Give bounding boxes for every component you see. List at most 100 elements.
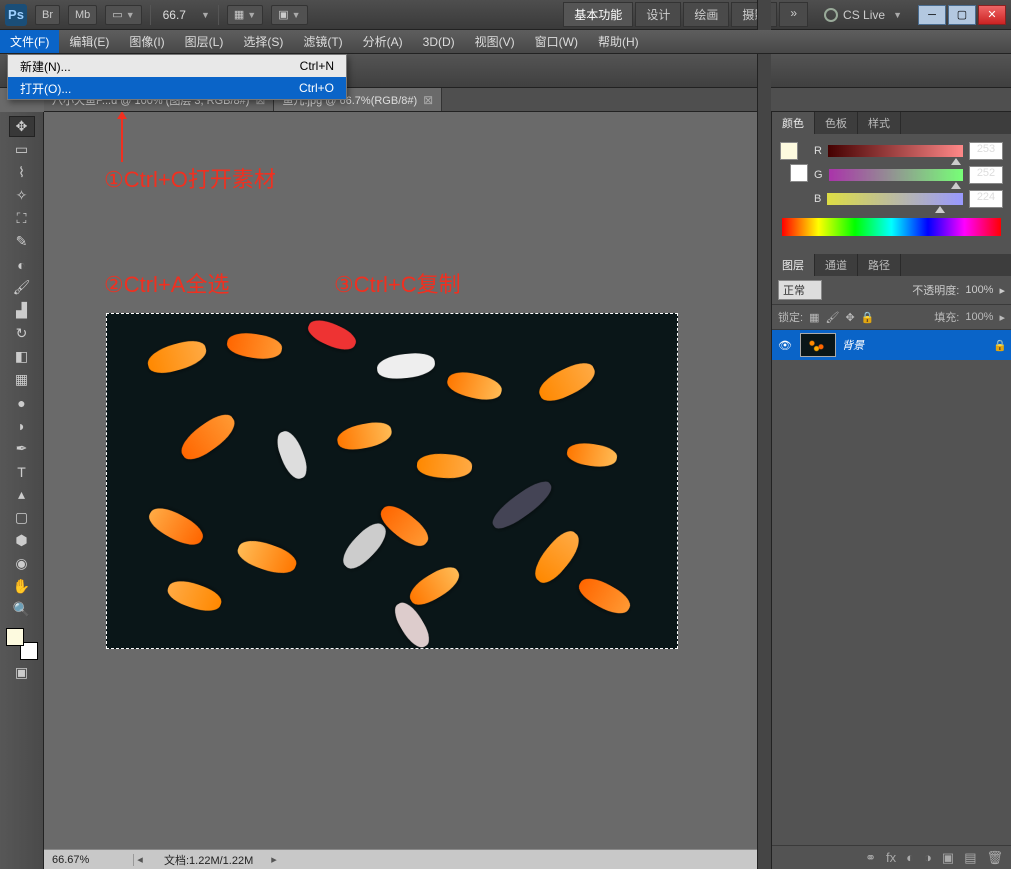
panel-color-swatch[interactable]: [780, 142, 808, 182]
menu-image[interactable]: 图像(I): [119, 30, 174, 53]
blend-mode-select[interactable]: 正常: [778, 280, 822, 300]
menu-new-shortcut: Ctrl+N: [300, 59, 334, 73]
3d-tool[interactable]: ⬢: [9, 530, 35, 551]
lock-icon: 🔒: [993, 339, 1007, 352]
zoom-tool[interactable]: 🔍: [9, 599, 35, 620]
menu-file[interactable]: 文件(F): [0, 30, 59, 53]
move-tool[interactable]: ✥: [9, 116, 35, 137]
crop-tool[interactable]: ⛶: [9, 208, 35, 229]
clone-stamp-tool[interactable]: ▟: [9, 300, 35, 321]
color-spectrum[interactable]: [782, 218, 1001, 236]
arrange-button[interactable]: ▦▼: [227, 5, 263, 25]
window-minimize[interactable]: ─: [918, 5, 946, 25]
canvas-area[interactable]: ①Ctrl+O打开素材 ②Ctrl+A全选 ③Ctrl+C复制: [44, 112, 771, 869]
tab-paths[interactable]: 路径: [858, 254, 901, 276]
close-tab-icon[interactable]: ⊠: [423, 93, 433, 107]
g-slider[interactable]: [829, 169, 963, 181]
visibility-icon[interactable]: 👁: [776, 336, 794, 354]
tab-channels[interactable]: 通道: [815, 254, 858, 276]
layer-fx-icon[interactable]: fx: [886, 850, 896, 865]
tab-color[interactable]: 颜色: [772, 112, 815, 134]
lock-transparency-icon[interactable]: ▦: [809, 311, 819, 324]
layer-panel-footer: ⚭ fx ◐ ◑ ▣ ▤ 🗑: [772, 845, 1011, 869]
screen-mode-button[interactable]: ▭▼: [105, 5, 141, 25]
cs-live[interactable]: CS Live▼: [824, 8, 902, 22]
workspace-more[interactable]: »: [779, 2, 808, 27]
eyedropper-tool[interactable]: ✎: [9, 231, 35, 252]
menu-select[interactable]: 选择(S): [233, 30, 293, 53]
3d-camera-tool[interactable]: ◉: [9, 553, 35, 574]
layer-name[interactable]: 背景: [842, 337, 864, 353]
menu-layer[interactable]: 图层(L): [175, 30, 234, 53]
g-value[interactable]: 252: [969, 166, 1003, 184]
eraser-tool[interactable]: ◧: [9, 346, 35, 367]
menu-window[interactable]: 窗口(W): [525, 30, 588, 53]
fill-value[interactable]: 100%: [965, 311, 993, 323]
cslive-label: CS Live: [843, 8, 885, 22]
g-label: G: [814, 169, 823, 181]
history-brush-tool[interactable]: ↻: [9, 323, 35, 344]
color-panel: R253 G252 B224: [772, 134, 1011, 254]
b-slider[interactable]: [827, 193, 963, 205]
menu-edit[interactable]: 编辑(E): [59, 30, 119, 53]
r-value[interactable]: 253: [969, 142, 1003, 160]
gradient-tool[interactable]: ▦: [9, 369, 35, 390]
workspace-painting[interactable]: 绘画: [683, 2, 729, 27]
link-layers-icon[interactable]: ⚭: [865, 850, 876, 866]
foreground-background-colors[interactable]: [6, 628, 38, 660]
brush-tool[interactable]: 🖌: [9, 277, 35, 298]
quick-mask-toggle[interactable]: ▣: [9, 662, 35, 683]
minibridge-button[interactable]: Mb: [68, 5, 97, 25]
lock-position-icon[interactable]: ✥: [845, 311, 854, 324]
cslive-icon: [824, 8, 838, 22]
status-info[interactable]: 文档:1.22M/1.22M: [146, 852, 271, 868]
status-zoom[interactable]: 66.67%: [44, 854, 134, 866]
workspace-switcher: 基本功能 设计 绘画 摄影 »: [563, 2, 808, 27]
blur-tool[interactable]: ●: [9, 392, 35, 413]
layer-thumbnail[interactable]: [800, 333, 836, 357]
status-bar: 66.67% ◂ 文档:1.22M/1.22M ▸: [44, 849, 771, 869]
layer-mask-icon[interactable]: ◐: [906, 850, 914, 865]
delete-layer-icon[interactable]: 🗑: [986, 850, 1003, 866]
pen-tool[interactable]: ✒: [9, 438, 35, 459]
healing-brush-tool[interactable]: ◐: [9, 254, 35, 275]
workspace-essentials[interactable]: 基本功能: [563, 2, 633, 27]
photoshop-logo: Ps: [5, 4, 27, 26]
marquee-tool[interactable]: ▭: [9, 139, 35, 160]
workspace-design[interactable]: 设计: [635, 2, 681, 27]
b-value[interactable]: 224: [969, 190, 1003, 208]
extras-button[interactable]: ▣▼: [271, 5, 307, 25]
tab-swatches[interactable]: 色板: [815, 112, 858, 134]
hand-tool[interactable]: ✋: [9, 576, 35, 597]
menu-filter[interactable]: 滤镜(T): [293, 30, 352, 53]
r-slider[interactable]: [828, 145, 963, 157]
menu-help[interactable]: 帮助(H): [588, 30, 649, 53]
adjustment-layer-icon[interactable]: ◑: [924, 850, 932, 865]
type-tool[interactable]: T: [9, 461, 35, 482]
tab-styles[interactable]: 样式: [858, 112, 901, 134]
menu-open[interactable]: 打开(O)... Ctrl+O: [8, 77, 346, 99]
opacity-value[interactable]: 100%: [965, 284, 993, 296]
layer-background[interactable]: 👁 背景 🔒: [772, 330, 1011, 360]
dodge-tool[interactable]: ◗: [9, 415, 35, 436]
window-maximize[interactable]: ▢: [948, 5, 976, 25]
menu-3d[interactable]: 3D(D): [413, 30, 465, 53]
lock-all-icon[interactable]: 🔒: [861, 311, 875, 324]
document-canvas[interactable]: [106, 313, 678, 649]
magic-wand-tool[interactable]: ✧: [9, 185, 35, 206]
layer-group-icon[interactable]: ▣: [942, 850, 954, 866]
menu-new[interactable]: 新建(N)... Ctrl+N: [8, 55, 346, 77]
zoom-level[interactable]: 66.7: [159, 8, 190, 22]
menu-view[interactable]: 视图(V): [465, 30, 525, 53]
bridge-button[interactable]: Br: [35, 5, 60, 25]
lock-image-icon[interactable]: 🖌: [825, 311, 839, 324]
path-selection-tool[interactable]: ▴: [9, 484, 35, 505]
lock-label: 锁定:: [778, 309, 803, 325]
menu-analysis[interactable]: 分析(A): [353, 30, 413, 53]
lasso-tool[interactable]: ⌇: [9, 162, 35, 183]
tab-layers[interactable]: 图层: [772, 254, 815, 276]
window-close[interactable]: ✕: [978, 5, 1006, 25]
collapsed-panel-strip[interactable]: [757, 0, 771, 869]
new-layer-icon[interactable]: ▤: [964, 850, 976, 866]
rectangle-tool[interactable]: ▢: [9, 507, 35, 528]
